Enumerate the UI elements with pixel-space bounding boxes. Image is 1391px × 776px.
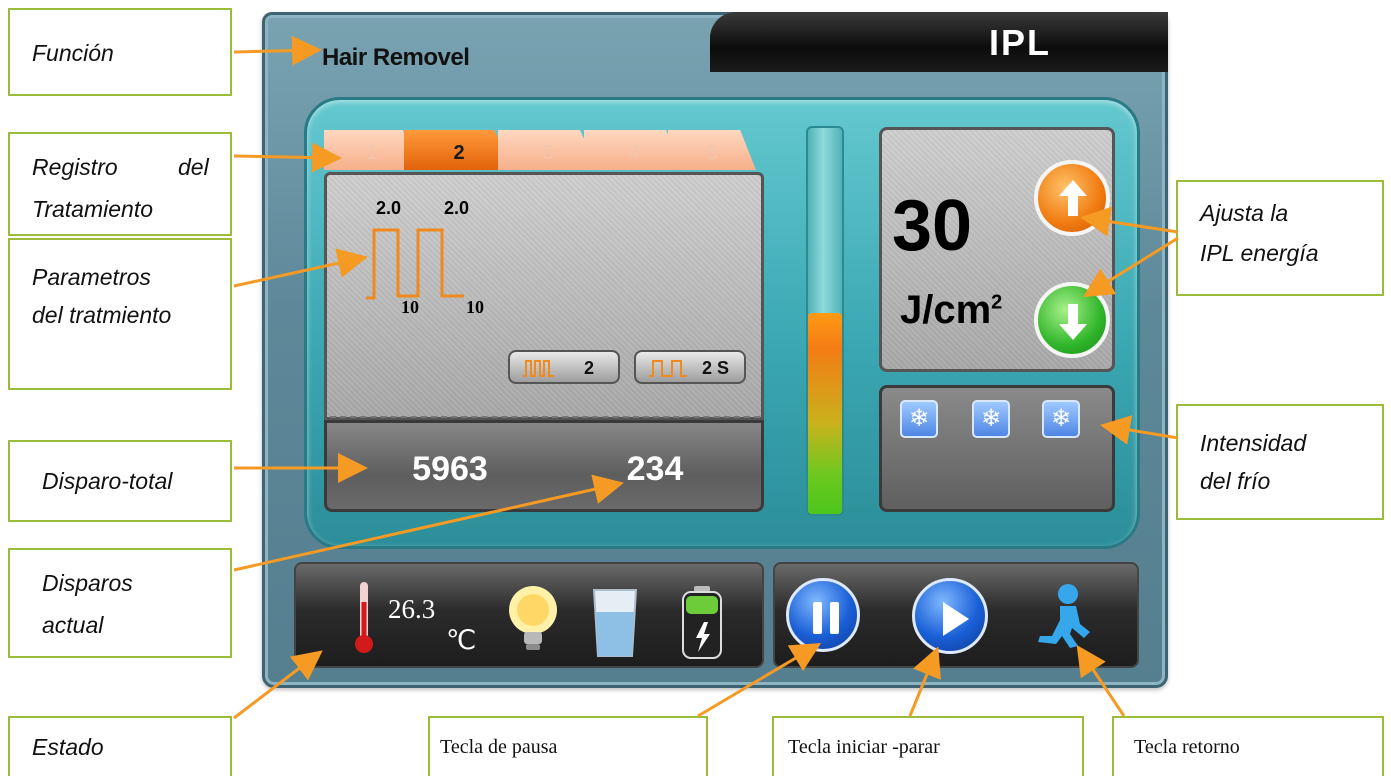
energy-up-button[interactable] — [1034, 160, 1110, 236]
callout-intensidad-text-2: del frío — [1200, 468, 1271, 494]
callout-ajusta-text-2: IPL energía — [1200, 240, 1319, 266]
energy-unit: J/cm2 — [900, 288, 1002, 333]
function-title: Hair Removel — [322, 44, 470, 71]
interval-button[interactable]: 2 S — [634, 350, 746, 384]
pause-button[interactable] — [786, 578, 860, 652]
pulse-train-icon — [523, 360, 554, 377]
callout-funcion: Función — [8, 8, 232, 96]
callout-ajusta-text-1: Ajusta la — [1200, 200, 1289, 226]
pulse-delay-2: 10 — [466, 297, 484, 317]
callout-ajusta-energia: Ajusta la IPL energía — [1176, 180, 1384, 296]
energy-value: 30 — [892, 186, 973, 266]
callout-registro-text-1a: Registro — [32, 154, 118, 180]
callout-tecla-pausa: Tecla de pausa — [428, 716, 708, 776]
pulse-delay-1: 10 — [401, 297, 419, 317]
cooling-level-1-icon[interactable]: ❄ — [900, 400, 938, 438]
water-tank-icon — [592, 589, 638, 657]
total-shots: 5963 — [412, 450, 488, 488]
callout-disparos-actual-text-1: Disparos — [42, 570, 133, 596]
callout-estado: Estado — [8, 716, 232, 776]
return-icon[interactable] — [1034, 582, 1092, 648]
start-stop-button[interactable] — [912, 578, 988, 654]
temperature-unit: ℃ — [446, 625, 477, 655]
callout-parametros: Parametros del tratmiento — [8, 238, 232, 390]
arrow-down-icon — [1059, 304, 1087, 340]
thermometer-icon — [355, 582, 373, 653]
callout-disparo-total-text: Disparo-total — [42, 468, 173, 494]
cooling-level-3-icon[interactable]: ❄ — [1042, 400, 1080, 438]
callout-parametros-text-1: Parametros — [32, 264, 151, 290]
energy-down-button[interactable] — [1034, 282, 1110, 358]
pulse-width-2: 2.0 — [444, 198, 470, 218]
energy-level-fill — [808, 313, 842, 514]
mode-label: IPL — [988, 22, 1051, 63]
callout-parametros-text-2: del tratmiento — [32, 302, 172, 328]
callout-estado-text: Estado — [32, 734, 104, 760]
callout-intensidad-frio: Intensidad del frío — [1176, 404, 1384, 520]
cooling-level-2-icon[interactable]: ❄ — [972, 400, 1010, 438]
callout-tecla-pausa-text: Tecla de pausa — [440, 736, 558, 758]
callout-registro-text-2: Tratamiento — [32, 196, 154, 222]
callout-disparos-actual: Disparos actual — [8, 548, 232, 658]
pulse-count-button[interactable]: 2 — [508, 350, 620, 384]
callout-disparo-total: Disparo-total — [8, 440, 232, 522]
pause-icon — [813, 602, 839, 634]
current-shots: 234 — [626, 450, 684, 488]
callout-disparos-actual-text-2: actual — [42, 612, 104, 638]
callout-tecla-iniciar-text: Tecla iniciar -parar — [788, 736, 940, 758]
battery-icon — [682, 586, 722, 659]
pulse-width-1: 2.0 — [376, 198, 402, 218]
callout-registro: Registro del Tratamiento — [8, 132, 232, 236]
callout-intensidad-text-1: Intensidad — [1200, 430, 1307, 456]
temperature-value: 26.3 — [388, 594, 436, 624]
energy-unit-sup: 2 — [991, 291, 1003, 314]
energy-unit-text: J/cm — [900, 288, 992, 332]
callout-tecla-iniciar: Tecla iniciar -parar — [772, 716, 1084, 776]
callout-tecla-retorno: Tecla retorno — [1112, 716, 1384, 776]
callout-tecla-retorno-text: Tecla retorno — [1134, 736, 1240, 758]
mode-tab — [710, 12, 1168, 72]
bulb-icon — [509, 586, 557, 650]
interval-value: 2 S — [702, 358, 730, 378]
callout-registro-text-1b: del — [178, 154, 209, 180]
callout-funcion-text: Función — [32, 40, 114, 66]
arrow-up-icon — [1059, 180, 1087, 216]
pulse-count-value: 2 — [584, 358, 595, 378]
interval-icon — [649, 360, 687, 377]
play-icon — [943, 602, 969, 636]
panel-divider — [330, 416, 760, 418]
